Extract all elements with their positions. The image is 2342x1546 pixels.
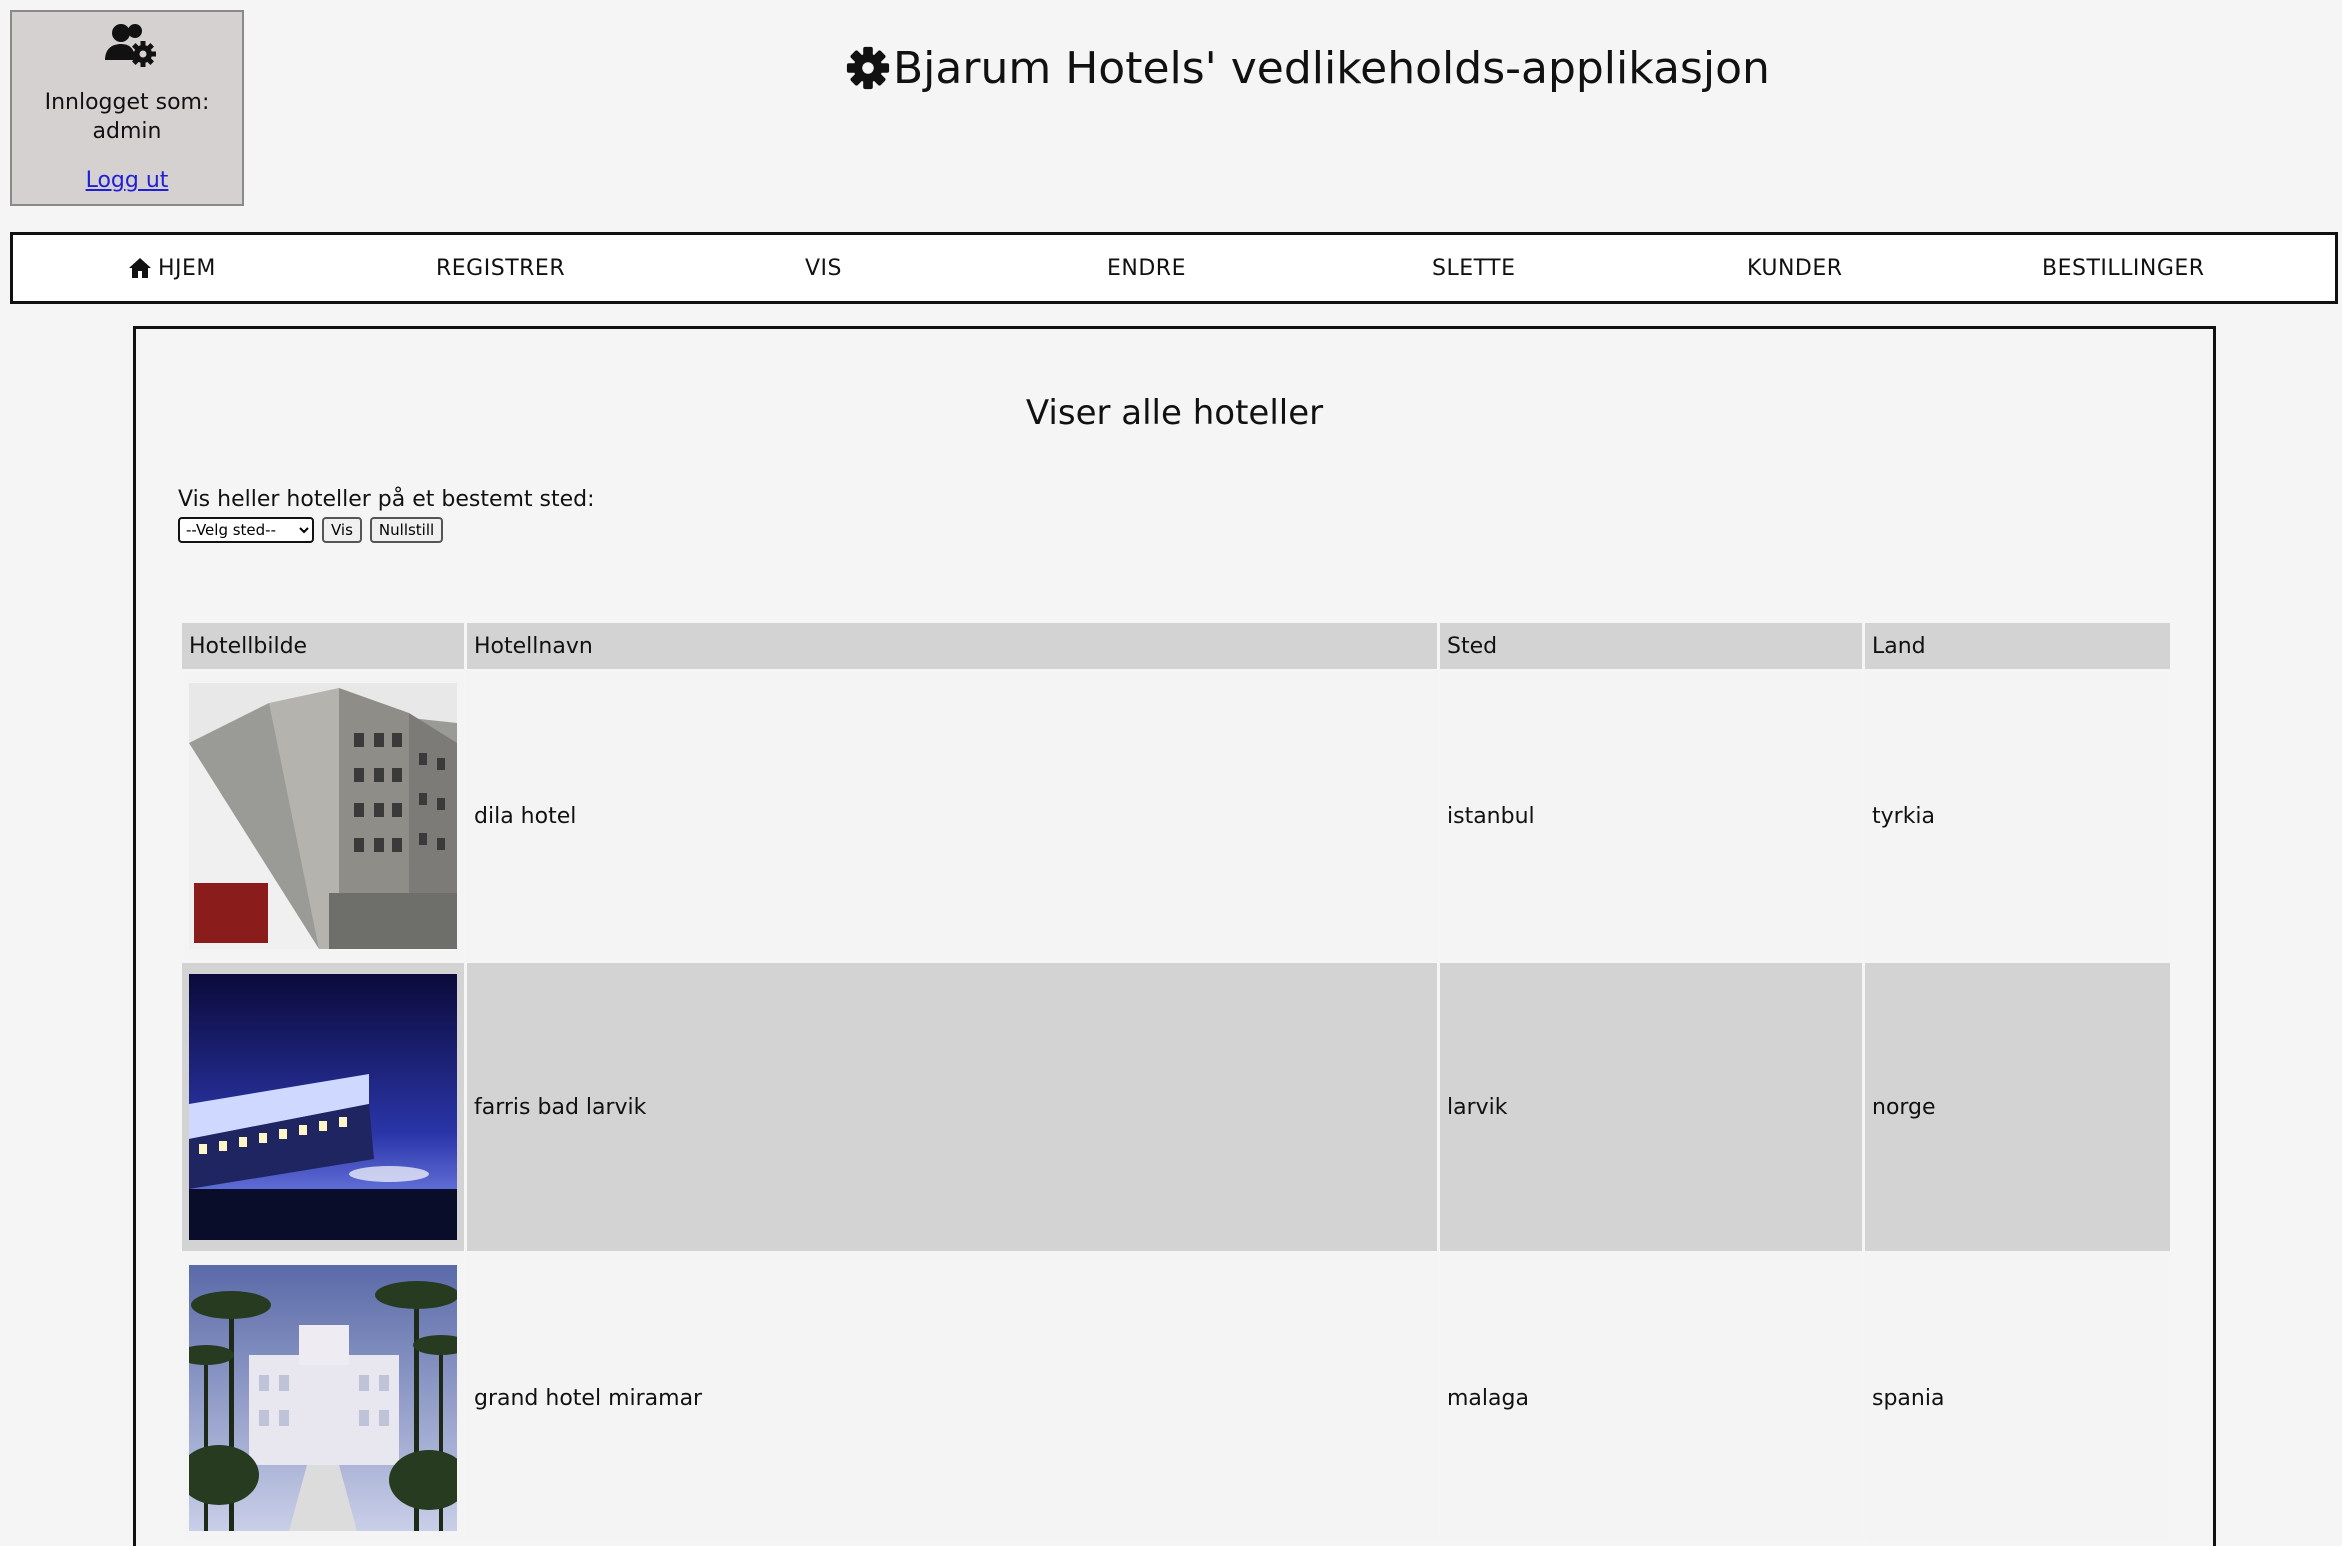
place-select[interactable]: --Velg sted-- — [178, 517, 314, 543]
logout-link[interactable]: Logg ut — [12, 168, 242, 193]
vis-button[interactable]: Vis — [322, 517, 362, 543]
hotel-country: spania — [1865, 1254, 2170, 1542]
app-title: Bjarum Hotels' vedlikeholds-applikasjon — [845, 38, 1770, 98]
hotel-image-farris — [189, 974, 457, 1240]
logged-in-label: Innlogget som: — [44, 90, 210, 115]
hotel-place: malaga — [1440, 1254, 1862, 1542]
user-info-box: Innlogget som: admin Logg ut — [10, 10, 244, 206]
table-row: farris bad larvik larvik norge — [182, 963, 2170, 1251]
hotels-table: Hotellbilde Hotellnavn Sted Land dila ho… — [179, 620, 2173, 1545]
gear-icon — [846, 46, 890, 90]
home-icon — [129, 258, 151, 278]
hotel-name: dila hotel — [467, 672, 1437, 960]
hotel-name: farris bad larvik — [467, 963, 1437, 1251]
column-header-country: Land — [1865, 623, 2170, 669]
app-title-text: Bjarum Hotels' vedlikeholds-applikasjon — [893, 42, 1770, 94]
table-header-row: Hotellbilde Hotellnavn Sted Land — [182, 623, 2170, 669]
nav-slette[interactable]: SLETTE — [1432, 235, 1516, 301]
hotel-image-miramar — [189, 1265, 457, 1531]
main-navbar: HJEM REGISTRER VIS ENDRE SLETTE KUNDER B… — [10, 232, 2338, 304]
hotel-image-dila — [189, 683, 457, 949]
hotel-country: norge — [1865, 963, 2170, 1251]
hotel-country: tyrkia — [1865, 672, 2170, 960]
filter-label: Vis heller hoteller på et bestemt sted: — [178, 487, 595, 512]
nav-home-label: HJEM — [158, 255, 216, 281]
nav-endre[interactable]: ENDRE — [1107, 235, 1186, 301]
column-header-image: Hotellbilde — [182, 623, 464, 669]
hotel-image-cell — [182, 1254, 464, 1542]
username: admin — [92, 119, 162, 144]
nav-registrer[interactable]: REGISTRER — [436, 235, 565, 301]
table-row: grand hotel miramar malaga spania — [182, 1254, 2170, 1542]
hotel-place: istanbul — [1440, 672, 1862, 960]
nav-kunder[interactable]: KUNDER — [1747, 235, 1843, 301]
column-header-place: Sted — [1440, 623, 1862, 669]
content-panel: Viser alle hoteller Vis heller hoteller … — [133, 326, 2216, 1546]
reset-button[interactable]: Nullstill — [369, 517, 444, 543]
hotel-image-cell — [182, 672, 464, 960]
nav-bestillinger[interactable]: BESTILLINGER — [2042, 235, 2205, 301]
table-row: dila hotel istanbul tyrkia — [182, 672, 2170, 960]
nav-vis[interactable]: VIS — [805, 235, 842, 301]
column-header-name: Hotellnavn — [467, 623, 1437, 669]
page-title: Viser alle hoteller — [1025, 393, 1324, 433]
users-gear-icon — [105, 24, 156, 67]
hotel-place: larvik — [1440, 963, 1862, 1251]
hotel-name: grand hotel miramar — [467, 1254, 1437, 1542]
nav-home[interactable]: HJEM — [128, 235, 216, 301]
hotel-image-cell — [182, 963, 464, 1251]
filter-controls: --Velg sted-- Vis Nullstill — [178, 517, 444, 543]
